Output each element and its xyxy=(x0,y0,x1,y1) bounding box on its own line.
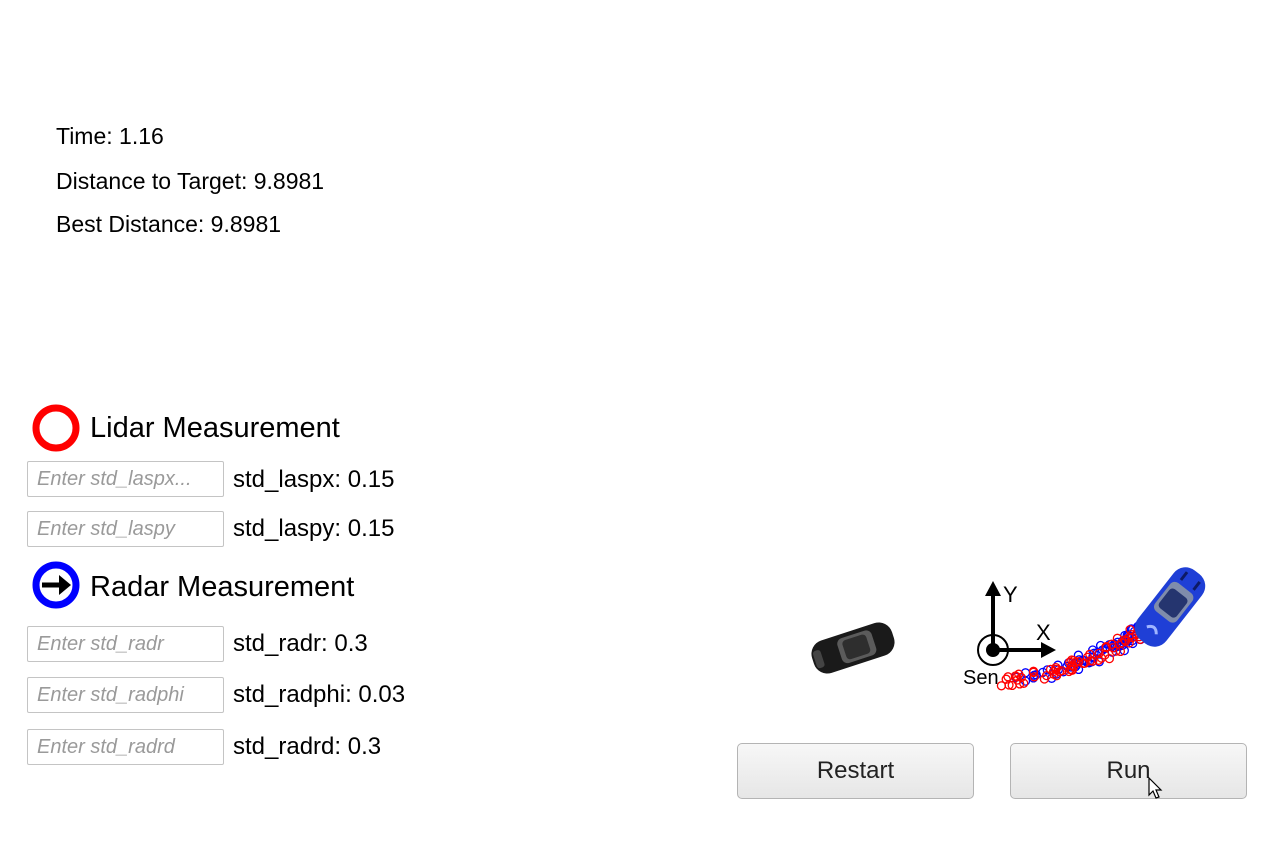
std-laspy-label: std_laspy: 0.15 xyxy=(233,515,395,542)
axis-y-label: Y xyxy=(1003,582,1018,607)
radar-section-title: Radar Measurement xyxy=(90,571,355,603)
std-laspx-label: std_laspx: 0.15 xyxy=(233,466,395,493)
lidar-measurement-point xyxy=(1003,672,1013,682)
std-laspy-input[interactable] xyxy=(27,511,224,547)
lidar-section-title: Lidar Measurement xyxy=(90,412,340,444)
target-car-icon xyxy=(811,622,895,674)
lidar-measurement-point xyxy=(996,681,1007,691)
lidar-legend-icon xyxy=(32,404,80,452)
distance-to-target-readout: Distance to Target: 9.8981 xyxy=(56,168,325,194)
sensor-label: Sen xyxy=(963,667,999,689)
std-radphi-label: std_radphi: 0.03 xyxy=(233,681,406,708)
std-laspx-input[interactable] xyxy=(27,461,224,497)
simulation-view: Y X Sen xyxy=(811,567,1206,691)
std-radr-label: std_radr: 0.3 xyxy=(233,630,368,657)
std-radr-input[interactable] xyxy=(27,626,224,662)
tracked-car-icon xyxy=(1134,567,1206,647)
restart-button[interactable]: Restart xyxy=(737,743,974,799)
best-distance-readout: Best Distance: 9.8981 xyxy=(56,211,282,237)
std-radrd-input[interactable] xyxy=(27,729,224,765)
mouse-cursor-icon xyxy=(1148,777,1163,799)
time-readout: Time: 1.16 xyxy=(56,123,164,149)
radar-legend-icon xyxy=(32,561,80,609)
std-radphi-input[interactable] xyxy=(27,677,224,713)
axis-x-label: X xyxy=(1036,620,1051,645)
std-radrd-label: std_radrd: 0.3 xyxy=(233,733,382,760)
run-button[interactable]: Run xyxy=(1010,743,1247,799)
